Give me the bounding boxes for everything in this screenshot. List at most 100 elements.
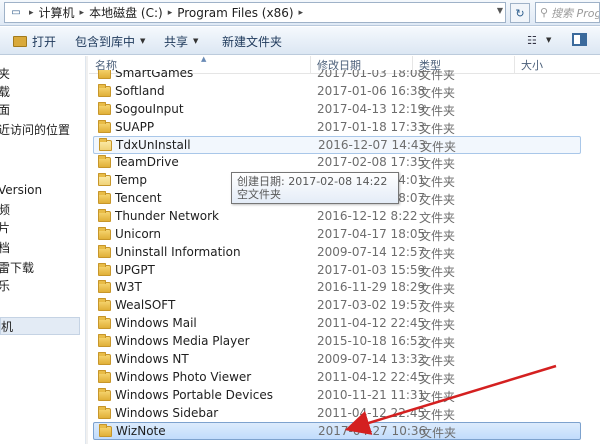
list-item[interactable]: Thunder Network 2016-12-12 8:22 文件夹 bbox=[93, 208, 581, 226]
list-item[interactable]: WealSOFT 2017-03-02 19:57 文件夹 bbox=[93, 297, 581, 315]
nav-item-desktop[interactable]: 面 bbox=[0, 100, 10, 118]
folder-icon bbox=[98, 263, 111, 276]
computer-icon[interactable]: ▭ bbox=[5, 3, 27, 22]
file-name: SmartGames bbox=[115, 70, 194, 80]
address-bar-region: ▭ ▸ 计算机 ▸ 本地磁盘 (C:) ▸ Program Files (x86… bbox=[0, 0, 600, 26]
file-name: Tencent bbox=[115, 191, 162, 205]
file-type: 文件夹 bbox=[419, 104, 456, 118]
file-name: W3T bbox=[115, 280, 142, 294]
nav-item-label: Version bbox=[0, 183, 43, 197]
file-list: SmartGames 2017-01-03 18:08 文件夹 Softland… bbox=[89, 70, 600, 444]
breadcrumb-local-disk[interactable]: 本地磁盘 (C:) bbox=[86, 3, 166, 22]
search-icon: ⚲ bbox=[540, 6, 549, 19]
open-button[interactable]: 打开 bbox=[13, 33, 56, 49]
list-item[interactable]: Windows Portable Devices 2010-11-21 11:3… bbox=[93, 387, 581, 405]
folder-icon bbox=[98, 370, 111, 383]
list-item[interactable]: Windows Mail 2011-04-12 22:45 文件夹 bbox=[93, 315, 581, 333]
share-button[interactable]: 共享 ▼ bbox=[164, 33, 198, 49]
list-item[interactable]: SogouInput 2017-04-13 12:19 文件夹 bbox=[93, 101, 581, 119]
tooltip-empty-folder: 空文件夹 bbox=[237, 188, 281, 201]
nav-item-videos[interactable]: 频 bbox=[0, 200, 10, 218]
list-item[interactable]: W3T 2016-11-29 18:29 文件夹 bbox=[93, 279, 581, 297]
file-date: 2017-01-03 15:59 bbox=[317, 263, 426, 277]
new-folder-label: 新建文件夹 bbox=[222, 34, 283, 49]
file-name: WizNote bbox=[116, 424, 166, 438]
file-date: 2017-01-18 17:33 bbox=[317, 120, 426, 134]
list-item[interactable]: Windows Photo Viewer 2011-04-12 22:45 文件… bbox=[93, 369, 581, 387]
breadcrumb-separator-icon[interactable]: ▸ bbox=[166, 8, 175, 18]
file-date: 2017-04-13 12:19 bbox=[317, 102, 426, 116]
list-item[interactable]: UPGPT 2017-01-03 15:59 文件夹 bbox=[93, 262, 581, 280]
file-type: 文件夹 bbox=[419, 354, 456, 368]
command-bar: 打开 包含到库中 ▼ 共享 ▼ 新建文件夹 ☷ ▼ bbox=[0, 27, 600, 55]
folder-icon bbox=[98, 209, 111, 222]
navigation-pane: 夹 载 面 近访问的位置 Version 频 片 档 雷下载 乐 机 bbox=[0, 56, 86, 444]
nav-item-label: 夹 bbox=[0, 65, 10, 82]
file-name: Windows NT bbox=[115, 352, 189, 366]
file-name: Unicorn bbox=[115, 227, 161, 241]
list-item[interactable]: Unicorn 2017-04-17 18:05 文件夹 bbox=[93, 226, 581, 244]
nav-item-label: 机 bbox=[1, 319, 14, 334]
file-date: 2017-01-06 16:38 bbox=[317, 84, 426, 98]
nav-item-pictures[interactable]: 片 bbox=[0, 218, 10, 236]
folder-icon bbox=[98, 316, 111, 329]
file-type: 文件夹 bbox=[419, 211, 456, 225]
breadcrumb-separator-icon[interactable]: ▸ bbox=[78, 8, 87, 18]
views-chevron-down-icon[interactable]: ▼ bbox=[546, 36, 551, 44]
folder-icon bbox=[98, 173, 111, 186]
open-folder-icon bbox=[13, 35, 27, 47]
new-folder-button[interactable]: 新建文件夹 bbox=[222, 33, 282, 49]
search-input[interactable]: ⚲ 搜索 Prog... bbox=[535, 2, 600, 23]
breadcrumb-separator-icon[interactable]: ▸ bbox=[297, 8, 306, 18]
views-icon[interactable]: ☷ bbox=[527, 34, 537, 47]
breadcrumb-computer[interactable]: 计算机 bbox=[36, 3, 78, 22]
list-item[interactable]: Windows NT 2009-07-14 13:32 文件夹 bbox=[93, 351, 581, 369]
navigation-pane-splitter[interactable] bbox=[86, 56, 88, 444]
breadcrumb-program-files[interactable]: Program Files (x86) bbox=[174, 3, 296, 22]
folder-icon bbox=[98, 280, 111, 293]
file-type: 文件夹 bbox=[419, 372, 456, 386]
tooltip-created-date: 创建日期: 2017-02-08 14:22 bbox=[237, 175, 388, 188]
nav-item-label: 近访问的位置 bbox=[0, 122, 71, 137]
file-type: 文件夹 bbox=[420, 426, 457, 440]
nav-item-downloads[interactable]: 载 bbox=[0, 82, 10, 100]
list-item[interactable]: SUAPP 2017-01-18 17:33 文件夹 bbox=[93, 119, 581, 137]
file-date: 2010-11-21 11:31 bbox=[317, 388, 426, 402]
file-name: Thunder Network bbox=[115, 209, 219, 223]
list-item-hovered[interactable]: TdxUnInstall 2016-12-07 14:43 文件夹 bbox=[93, 136, 581, 154]
list-item[interactable]: Uninstall Information 2009-07-14 12:57 文… bbox=[93, 244, 581, 262]
preview-pane-icon[interactable] bbox=[572, 33, 587, 46]
folder-icon bbox=[99, 424, 112, 437]
file-type: 文件夹 bbox=[419, 247, 456, 261]
file-date: 2017-03-02 19:57 bbox=[317, 298, 426, 312]
nav-item-thunder-downloads[interactable]: 雷下载 bbox=[0, 258, 34, 276]
refresh-icon[interactable]: ↻ bbox=[510, 3, 530, 23]
file-name: Windows Mail bbox=[115, 316, 197, 330]
list-item[interactable]: Windows Media Player 2015-10-18 16:52 文件… bbox=[93, 333, 581, 351]
file-date: 2017-01-03 18:08 bbox=[317, 70, 426, 80]
list-item[interactable]: Windows Sidebar 2011-04-12 22:45 文件夹 bbox=[93, 405, 581, 423]
nav-item-favorites[interactable]: 夹 bbox=[0, 64, 10, 82]
list-item-selected[interactable]: WizNote 2017-04-27 10:36 文件夹 bbox=[93, 422, 581, 440]
file-date: 2016-11-29 18:29 bbox=[317, 280, 426, 294]
nav-item-label: 乐 bbox=[0, 277, 10, 294]
list-item[interactable]: SmartGames 2017-01-03 18:08 文件夹 bbox=[93, 70, 581, 83]
file-name: WealSOFT bbox=[115, 298, 176, 312]
file-date: 2016-12-12 8:22 bbox=[317, 209, 418, 223]
list-item[interactable]: Softland 2017-01-06 16:38 文件夹 bbox=[93, 83, 581, 101]
file-type: 文件夹 bbox=[419, 318, 456, 332]
nav-item-subversion[interactable]: Version bbox=[0, 181, 42, 199]
nav-item-label: 载 bbox=[0, 83, 10, 100]
include-in-library-button[interactable]: 包含到库中 ▼ bbox=[75, 33, 145, 49]
nav-item-recent-places[interactable]: 近访问的位置 bbox=[0, 120, 70, 138]
address-bar[interactable]: ▭ ▸ 计算机 ▸ 本地磁盘 (C:) ▸ Program Files (x86… bbox=[4, 2, 506, 23]
file-name: SogouInput bbox=[115, 102, 184, 116]
nav-item-music[interactable]: 乐 bbox=[0, 276, 10, 294]
breadcrumb-separator-icon[interactable]: ▸ bbox=[27, 8, 36, 18]
address-history-dropdown-icon[interactable]: ▼ bbox=[497, 6, 503, 15]
nav-item-computer[interactable]: 机 bbox=[0, 317, 80, 335]
file-name: UPGPT bbox=[115, 263, 155, 277]
nav-item-documents[interactable]: 档 bbox=[0, 238, 10, 256]
list-item[interactable]: TeamDrive 2017-02-08 17:35 文件夹 bbox=[93, 154, 581, 172]
file-type: 文件夹 bbox=[419, 175, 456, 189]
